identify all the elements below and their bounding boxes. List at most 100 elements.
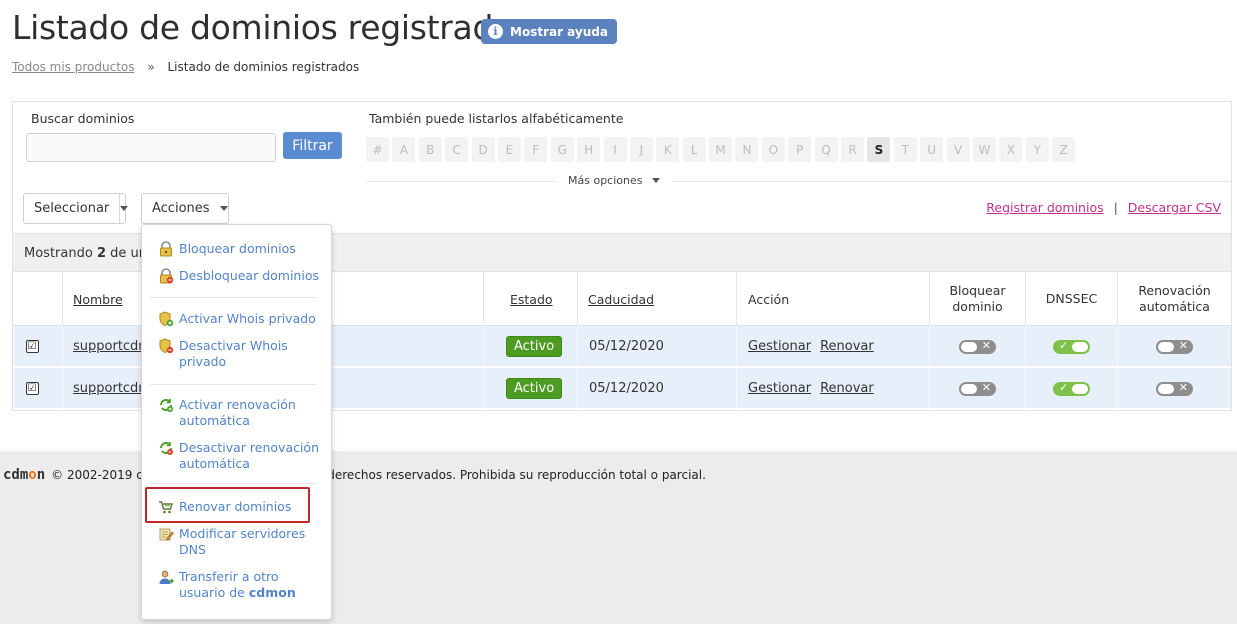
- alphabet-letter-k[interactable]: K: [656, 137, 680, 162]
- status-badge: Activo: [506, 336, 563, 357]
- menu-item-transfer-user[interactable]: Transferir a otro usuario de cdmon: [158, 569, 327, 601]
- alphabet-letter-l[interactable]: L: [682, 137, 706, 162]
- menu-item-unlock-domains[interactable]: Desbloquear dominios: [158, 268, 327, 284]
- alphabet-letter-a[interactable]: A: [392, 137, 416, 162]
- alphabet-letter-u[interactable]: U: [920, 137, 944, 162]
- alphabet-letter-s[interactable]: S: [867, 137, 891, 162]
- header-status[interactable]: Estado: [483, 272, 577, 326]
- lock-toggle[interactable]: ✕: [959, 381, 996, 396]
- actions-dropdown[interactable]: Acciones: [141, 193, 229, 224]
- alphabet-label: También puede listarlos alfabéticamente: [369, 111, 624, 126]
- expiry-date: 05/12/2020: [589, 381, 664, 396]
- header-dnssec: DNSSEC: [1025, 272, 1117, 326]
- alphabet-letter-j[interactable]: J: [629, 137, 653, 162]
- alphabet-letter-y[interactable]: Y: [1025, 137, 1049, 162]
- renew-link[interactable]: Renovar: [820, 339, 874, 354]
- alphabet-letter-q[interactable]: Q: [814, 137, 838, 162]
- shield-remove-icon: [158, 338, 174, 354]
- alphabet-letter-x[interactable]: X: [999, 137, 1023, 162]
- alphabet-letter-t[interactable]: T: [893, 137, 917, 162]
- expiry-date: 05/12/2020: [589, 339, 664, 354]
- menu-item-disable-whois-privacy[interactable]: Desactivar Whois privado: [158, 338, 327, 370]
- help-button[interactable]: i Mostrar ayuda: [481, 19, 617, 44]
- alphabet-letter-v[interactable]: V: [946, 137, 970, 162]
- more-options-toggle[interactable]: Más opciones: [556, 174, 673, 187]
- breadcrumb-home-link[interactable]: Todos mis productos: [12, 60, 135, 74]
- unlock-icon: [158, 268, 174, 284]
- header-renewal: Renovación automática: [1117, 272, 1231, 326]
- alphabet-letter-e[interactable]: E: [497, 137, 521, 162]
- lock-toggle[interactable]: ✕: [959, 339, 996, 354]
- alphabet-letter-i[interactable]: I: [603, 137, 627, 162]
- refresh-remove-icon: [158, 440, 174, 456]
- select-dropdown[interactable]: Seleccionar: [23, 193, 129, 224]
- menu-divider: [150, 384, 316, 385]
- alphabet-letter-w[interactable]: W: [972, 137, 996, 162]
- alphabet-letter-g[interactable]: G: [550, 137, 574, 162]
- search-label: Buscar dominios: [31, 111, 135, 126]
- cdmon-logo: cdmon: [3, 467, 46, 483]
- auto-renew-toggle[interactable]: ✕: [1156, 339, 1193, 354]
- breadcrumb: Todos mis productos » Listado de dominio…: [12, 60, 359, 74]
- manage-link[interactable]: Gestionar: [748, 381, 811, 396]
- manage-link[interactable]: Gestionar: [748, 339, 811, 354]
- alphabet-letter-c[interactable]: C: [445, 137, 469, 162]
- results-number: 2: [96, 246, 106, 261]
- copyright-right: odos los derechos reservados. Prohibida …: [274, 468, 706, 482]
- alphabet-letter-hash[interactable]: #: [366, 137, 389, 162]
- link-separator: |: [1113, 200, 1118, 215]
- header-lock: Bloquear dominio: [929, 272, 1025, 326]
- more-options-divider: [366, 181, 1231, 182]
- status-badge: Activo: [506, 378, 563, 399]
- row-checkbox[interactable]: ☑: [25, 340, 39, 353]
- alphabet-letter-r[interactable]: R: [841, 137, 865, 162]
- top-links: Registrar dominios | Descargar CSV: [986, 200, 1221, 215]
- row-checkbox[interactable]: ☑: [25, 382, 39, 395]
- chevron-down-icon: [652, 178, 661, 183]
- user-transfer-icon: [158, 569, 174, 585]
- header-select: [13, 272, 62, 326]
- domain-link[interactable]: supportcdm: [73, 381, 151, 396]
- register-domains-link[interactable]: Registrar dominios: [986, 200, 1103, 215]
- alphabet-letter-b[interactable]: B: [418, 137, 442, 162]
- actions-dropdown-label: Acciones: [152, 201, 210, 216]
- dnssec-toggle[interactable]: ✓: [1053, 339, 1090, 354]
- menu-item-enable-auto-renewal[interactable]: Activar renovación automática: [158, 397, 327, 429]
- auto-renew-toggle[interactable]: ✕: [1156, 381, 1193, 396]
- alphabet-letter-f[interactable]: F: [524, 137, 548, 162]
- copyright-left: © 2002-2019 co: [51, 468, 151, 482]
- filter-button[interactable]: Filtrar: [283, 132, 342, 159]
- renew-link[interactable]: Renovar: [820, 381, 874, 396]
- refresh-add-icon: [158, 397, 174, 413]
- alphabet-letter-m[interactable]: M: [709, 137, 733, 162]
- breadcrumb-current: Listado de dominios registrados: [167, 60, 360, 74]
- edit-dns-icon: [158, 526, 174, 542]
- menu-divider: [150, 297, 316, 298]
- info-icon: i: [488, 24, 503, 39]
- alphabet-filter: # A B C D E F G H I J K L M N O P Q R S T U V W X Y Z: [366, 137, 1076, 162]
- domain-link[interactable]: supportcdm: [73, 339, 151, 354]
- alphabet-letter-o[interactable]: O: [761, 137, 785, 162]
- chevron-down-icon: [219, 194, 228, 223]
- alphabet-letter-z[interactable]: Z: [1052, 137, 1076, 162]
- alphabet-letter-h[interactable]: H: [577, 137, 601, 162]
- menu-item-lock-domains[interactable]: Bloquear dominios: [158, 241, 327, 257]
- select-dropdown-label: Seleccionar: [34, 201, 110, 216]
- alphabet-letter-n[interactable]: N: [735, 137, 759, 162]
- header-action: Acción: [736, 272, 929, 326]
- page-title: Listado de dominios registrados: [12, 8, 530, 47]
- header-expiry[interactable]: Caducidad: [577, 272, 736, 326]
- results-prefix: Mostrando: [24, 246, 93, 261]
- menu-item-modify-dns[interactable]: Modificar servidores DNS: [158, 526, 327, 558]
- alphabet-letter-p[interactable]: P: [788, 137, 812, 162]
- more-options-label: Más opciones: [568, 174, 643, 187]
- renew-domains-highlight: [145, 487, 310, 523]
- menu-item-enable-whois-privacy[interactable]: Activar Whois privado: [158, 311, 327, 327]
- footer-copyright: cdmon © 2002-2019 co odos los derechos r…: [3, 467, 706, 483]
- search-input[interactable]: [26, 133, 276, 162]
- alphabet-letter-d[interactable]: D: [471, 137, 495, 162]
- chevron-down-icon: [119, 194, 129, 223]
- menu-item-disable-auto-renewal[interactable]: Desactivar renovación automática: [158, 440, 327, 472]
- download-csv-link[interactable]: Descargar CSV: [1128, 200, 1221, 215]
- dnssec-toggle[interactable]: ✓: [1053, 381, 1090, 396]
